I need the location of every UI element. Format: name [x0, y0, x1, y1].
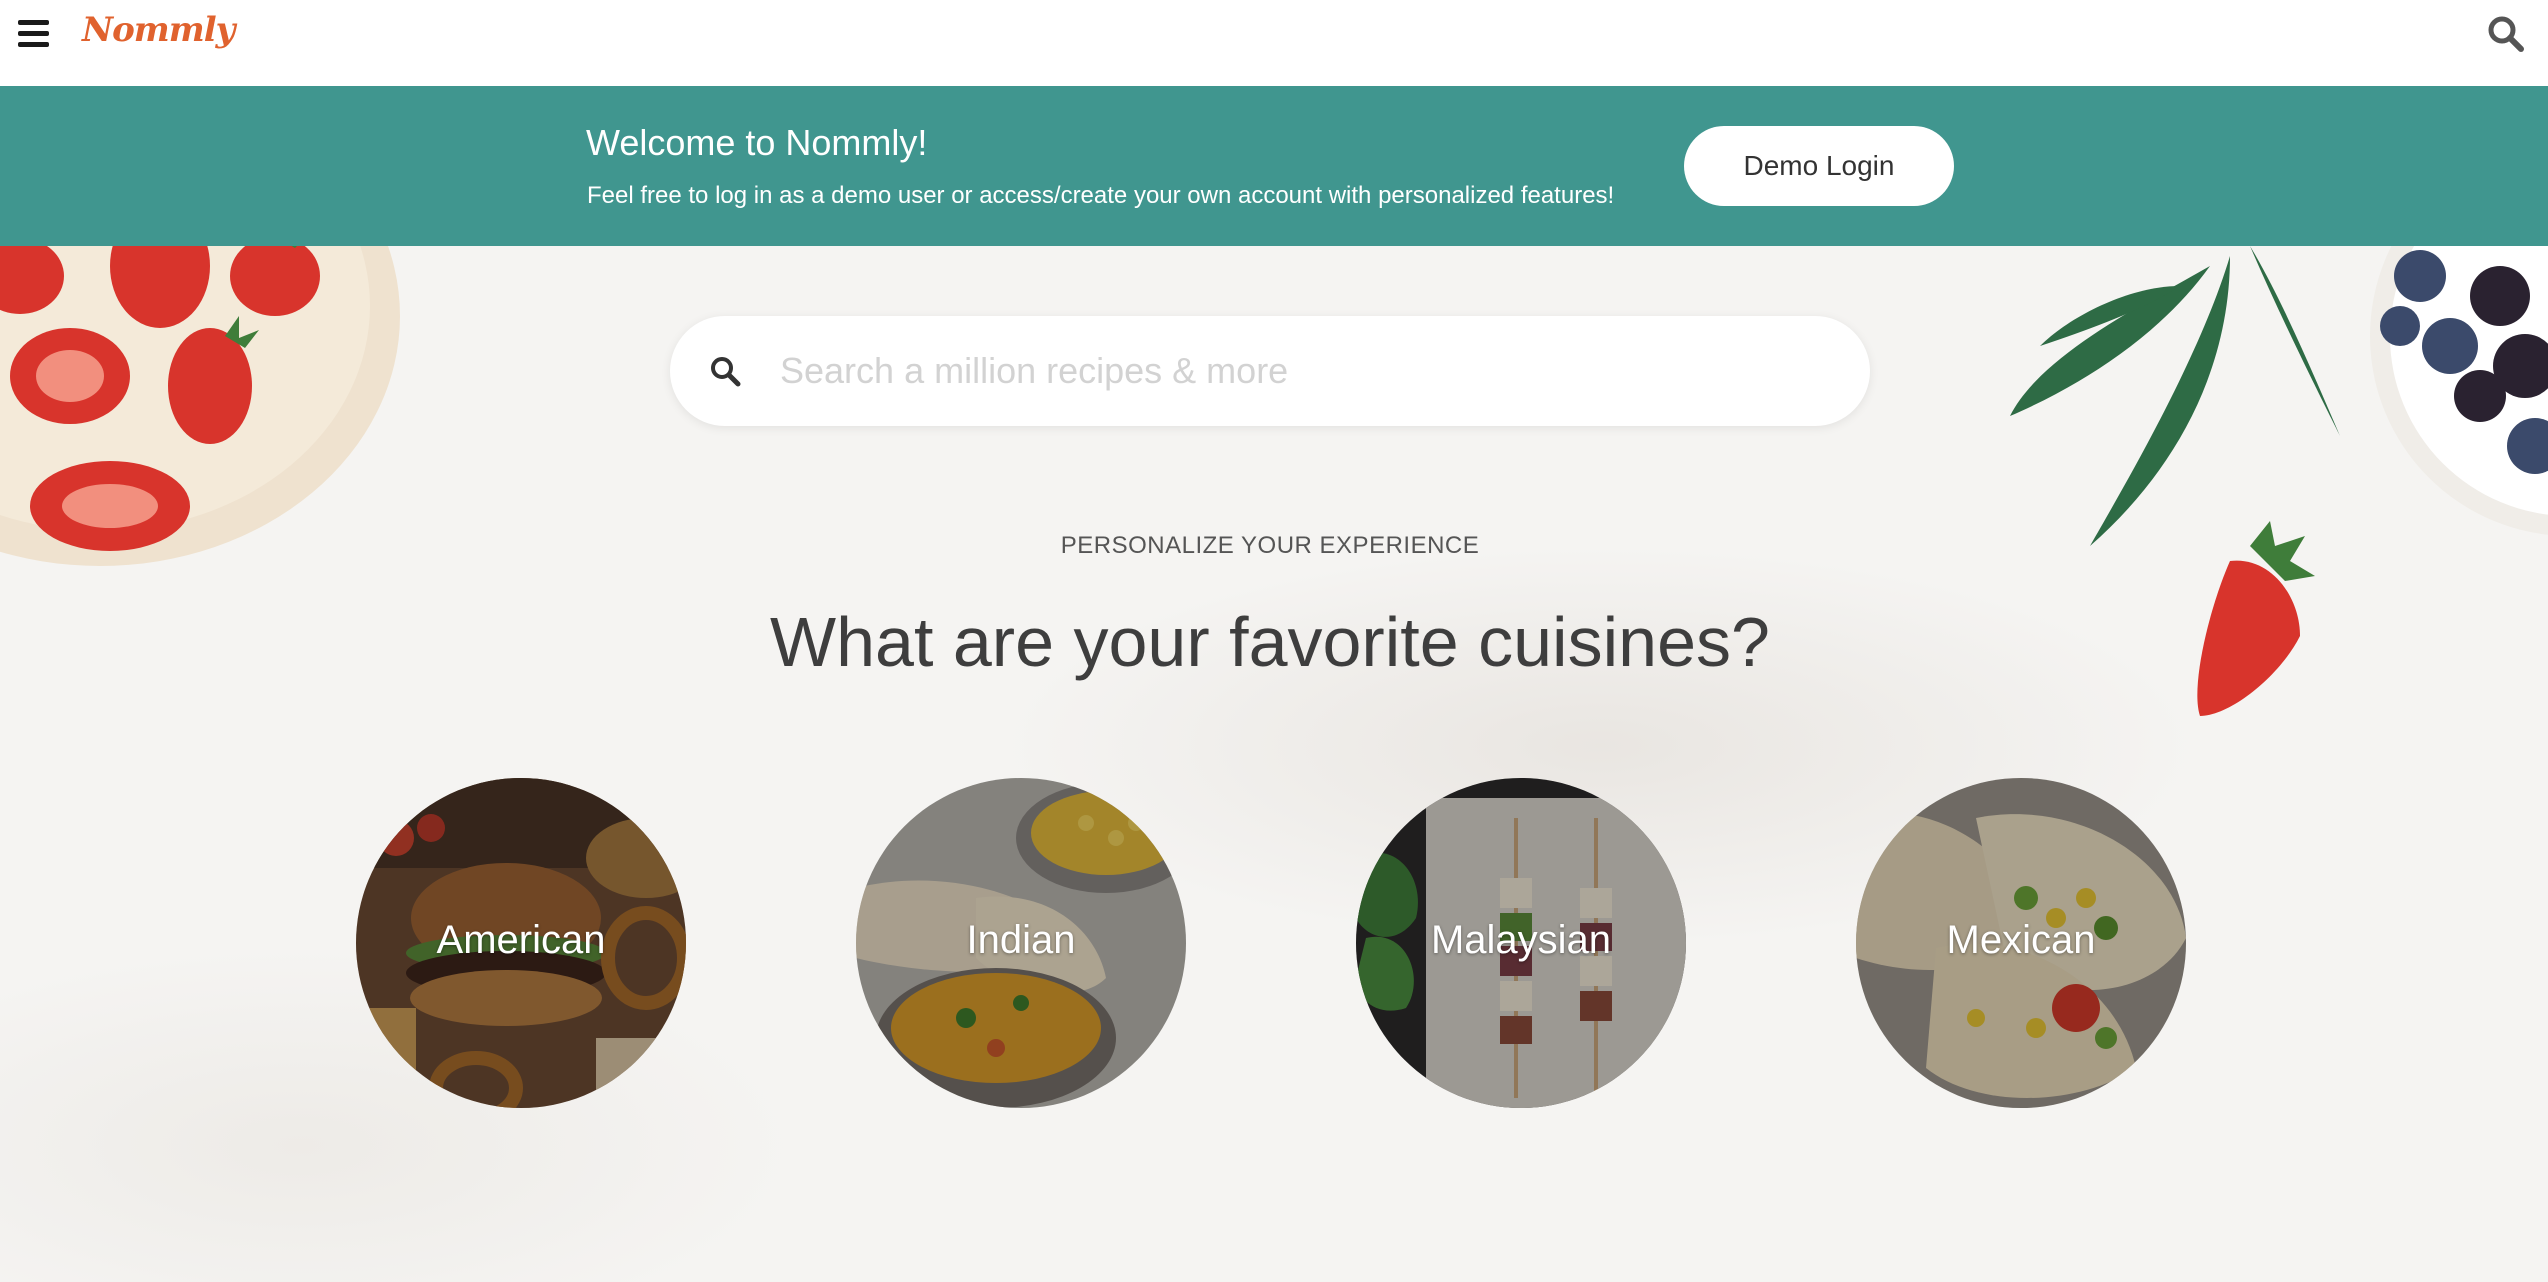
cuisine-label: American — [436, 918, 606, 962]
cuisines-headline: What are your favorite cuisines? — [770, 603, 1770, 681]
welcome-banner: Welcome to Nommly! Feel free to log in a… — [0, 86, 2548, 246]
personalize-eyebrow: PERSONALIZE YOUR EXPERIENCE — [1060, 532, 1480, 559]
banner-subtitle: Feel free to log in as a demo user or ac… — [587, 182, 1615, 209]
cuisine-american[interactable]: American — [356, 778, 686, 1108]
hero-section: PERSONALIZE YOUR EXPERIENCE What are you… — [0, 246, 2548, 1282]
cuisine-indian[interactable]: Indian — [856, 778, 1186, 1108]
search-icon — [711, 357, 741, 387]
cuisine-label: Mexican — [1946, 918, 2096, 962]
search-input[interactable] — [778, 341, 1828, 401]
berries-bowl-image — [2010, 246, 2548, 716]
cuisine-malaysian[interactable]: Malaysian — [1356, 778, 1686, 1108]
demo-login-button[interactable]: Demo Login — [1684, 126, 1954, 206]
top-navbar: Nommly — [0, 0, 2548, 86]
search-icon[interactable] — [2486, 14, 2526, 54]
hamburger-menu-icon[interactable] — [18, 20, 49, 47]
cuisine-mexican[interactable]: Mexican — [1856, 778, 2186, 1108]
nommly-logo[interactable]: Nommly — [82, 10, 235, 50]
cuisine-label: Indian — [966, 918, 1076, 962]
recipe-search-bar[interactable] — [670, 316, 1870, 426]
banner-title: Welcome to Nommly! — [586, 122, 928, 163]
cuisine-label: Malaysian — [1430, 918, 1612, 962]
